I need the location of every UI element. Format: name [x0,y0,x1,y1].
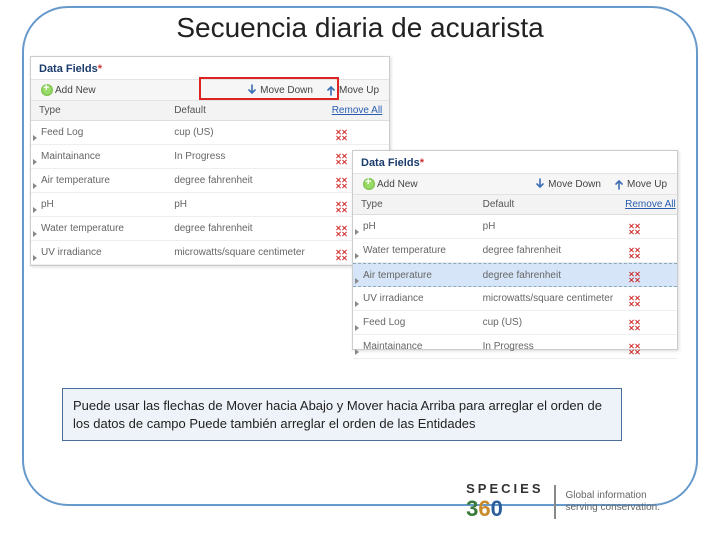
table-row[interactable]: Water temperaturedegree fahrenheit [353,239,677,263]
remove-icon[interactable] [629,319,643,330]
remove-icon[interactable] [336,153,350,164]
table-header: Type Default Remove All [31,101,389,121]
table-row[interactable]: Feed Logcup (US) [31,121,389,145]
data-fields-panel-after: Data Fields* Add New Move Down Move Up T… [352,150,678,350]
table-row[interactable]: MaintainanceIn Progress [353,335,677,359]
table-row[interactable]: Water temperaturedegree fahrenheit [31,217,389,241]
add-new-button[interactable]: Add New [37,83,100,97]
remove-icon[interactable] [336,201,350,212]
remove-all-link[interactable]: Remove All [625,199,677,210]
table-row[interactable]: pHpH [31,193,389,217]
slide-title: Secuencia diaria de acuarista [0,12,720,44]
species360-logo: SPECIES 360 Global informationserving co… [466,481,660,522]
remove-icon[interactable] [629,271,643,282]
panel-toolbar: Add New Move Down Move Up [353,173,677,195]
table-row[interactable]: UV irradiancemicrowatts/square centimete… [353,287,677,311]
table-row[interactable]: UV irradiancemicrowatts/square centimete… [31,241,389,265]
table-row[interactable]: Feed Logcup (US) [353,311,677,335]
table-row[interactable]: Air temperaturedegree fahrenheit [31,169,389,193]
remove-icon[interactable] [629,247,643,258]
remove-icon[interactable] [629,343,643,354]
panel-label: Data Fields* [353,151,677,173]
table-row[interactable]: Air temperaturedegree fahrenheit [353,263,677,287]
move-up-button[interactable]: Move Up [609,177,671,191]
table-header: Type Default Remove All [353,195,677,215]
arrow-up-icon [613,178,625,190]
remove-icon[interactable] [336,129,350,140]
move-down-button[interactable]: Move Down [530,177,605,191]
remove-icon[interactable] [336,225,350,236]
remove-icon[interactable] [629,223,643,234]
caption-box: Puede usar las flechas de Mover hacia Ab… [62,388,622,441]
panel-label: Data Fields* [31,57,389,79]
highlight-move-buttons [199,77,339,100]
remove-all-link[interactable]: Remove All [332,105,389,116]
data-fields-panel-before: Data Fields* Add New Move Down Move Up T… [30,56,390,266]
remove-icon[interactable] [629,295,643,306]
arrow-down-icon [534,178,546,190]
remove-icon[interactable] [336,249,350,260]
table-row[interactable]: pHpH [353,215,677,239]
add-new-button[interactable]: Add New [359,177,422,191]
remove-icon[interactable] [336,177,350,188]
add-icon [41,84,53,96]
table-row[interactable]: MaintainanceIn Progress [31,145,389,169]
add-icon [363,178,375,190]
